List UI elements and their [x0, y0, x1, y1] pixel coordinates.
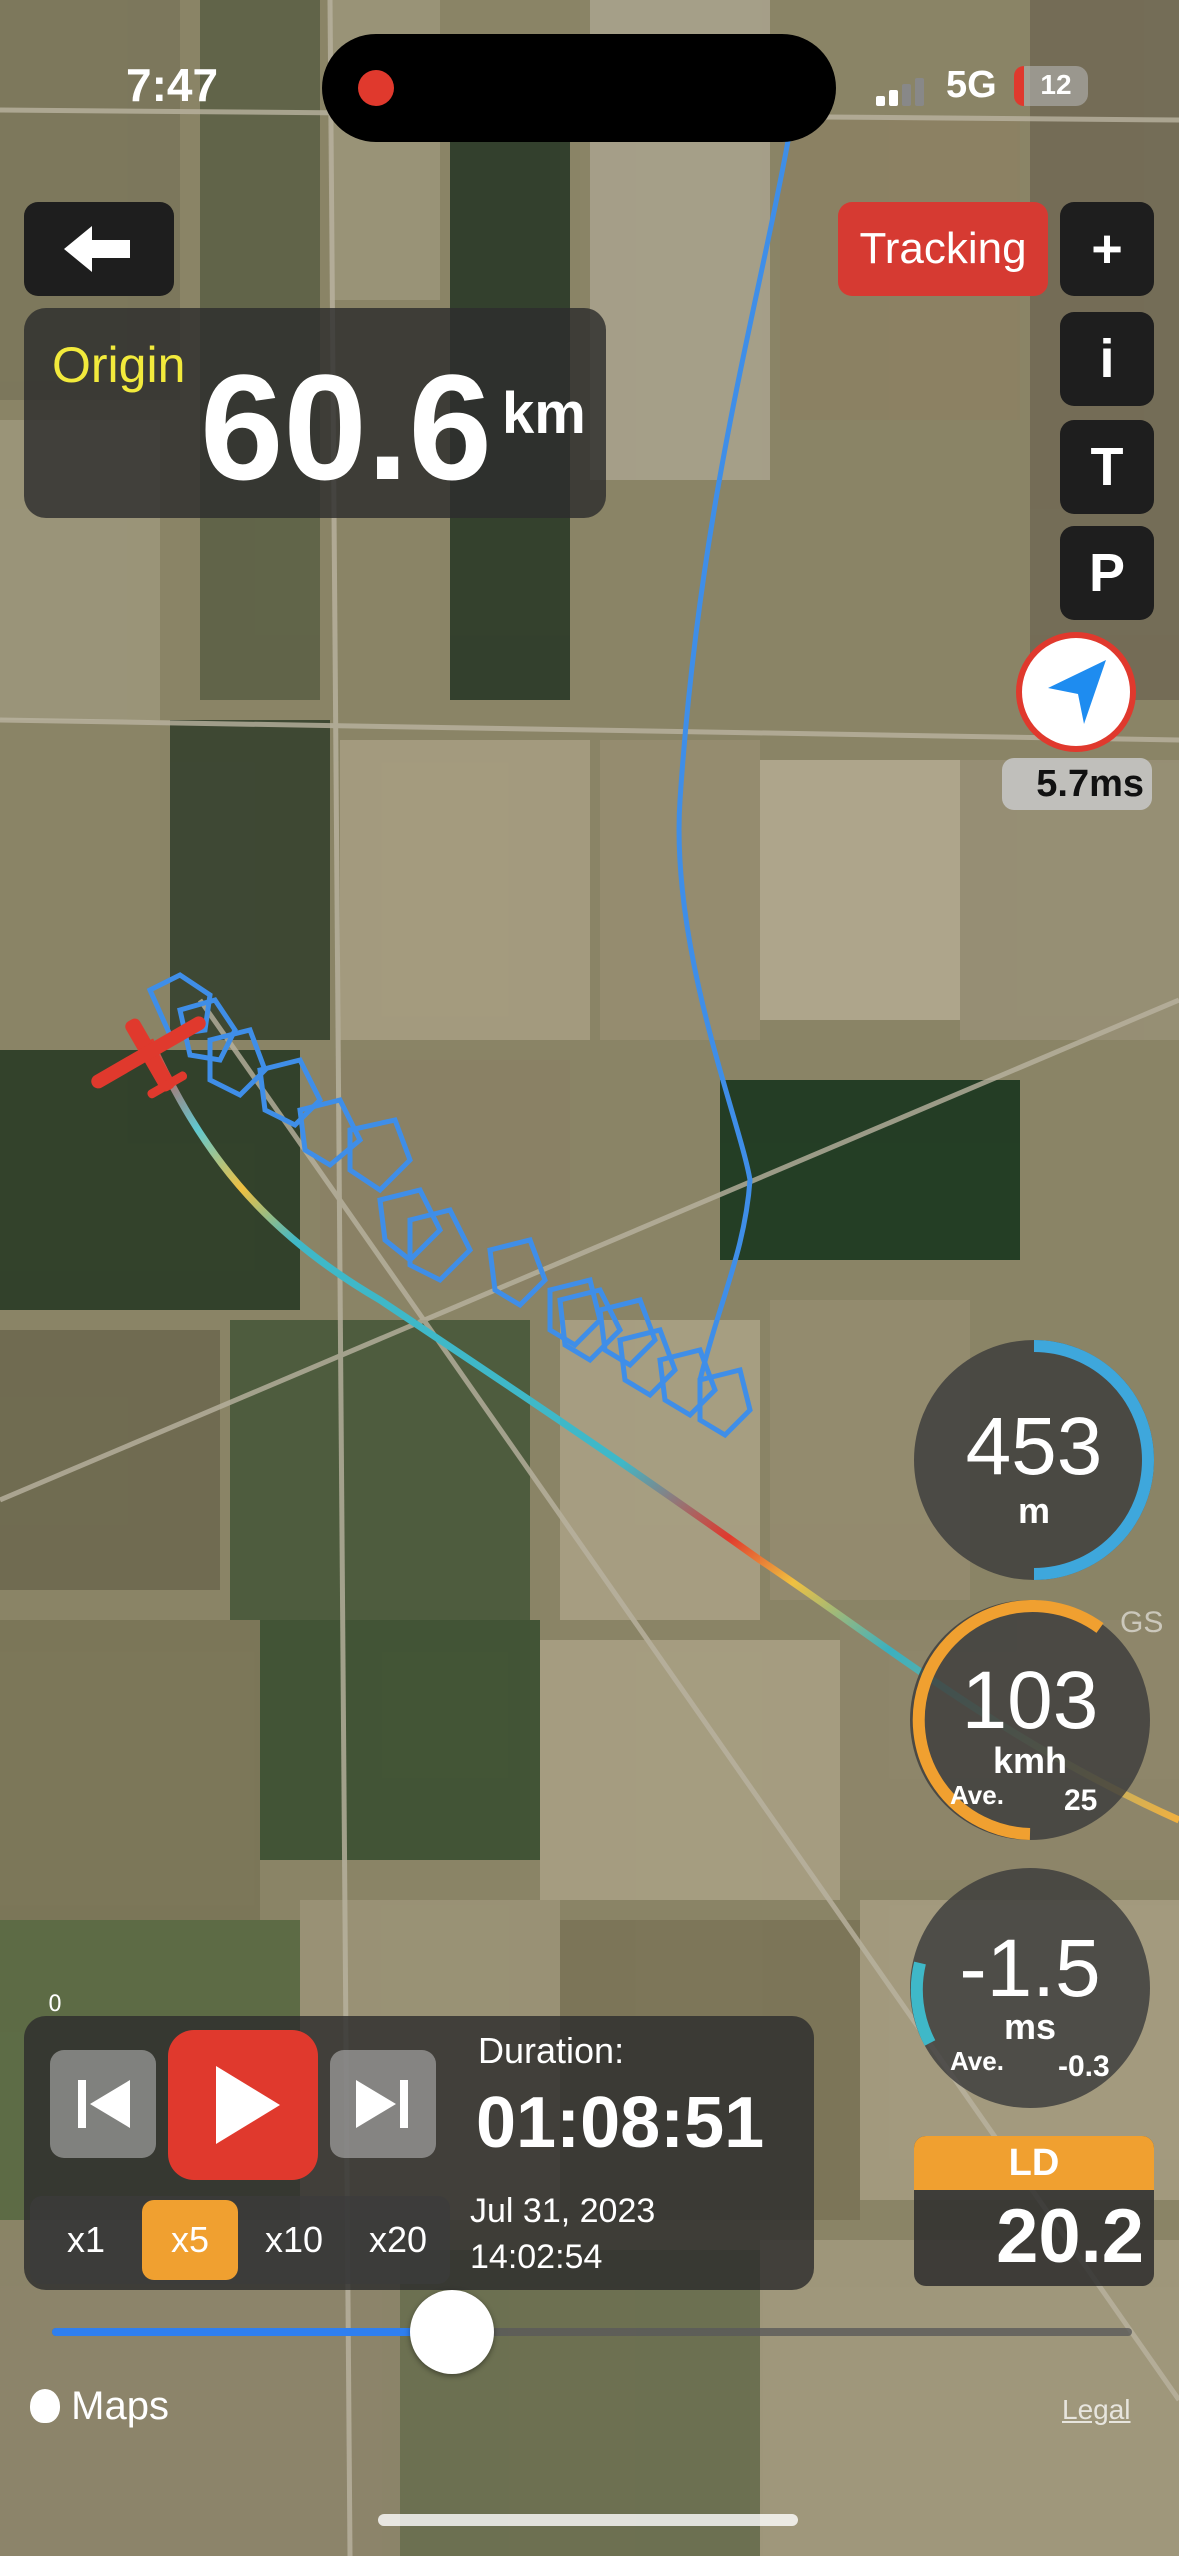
- skip-back-icon: [78, 2080, 130, 2128]
- p-button[interactable]: P: [1060, 526, 1154, 620]
- speed-x10-button[interactable]: x10: [246, 2200, 342, 2280]
- vario-unit: ms: [1003, 2006, 1057, 2047]
- info-button[interactable]: i: [1060, 312, 1154, 406]
- rewind-button[interactable]: [50, 2050, 156, 2158]
- slider-thumb[interactable]: [409, 2290, 494, 2374]
- altitude-gauge: 453 m: [914, 1340, 1154, 1580]
- ld-box: LD 20.2: [914, 2136, 1154, 2286]
- ground-speed-avg-value: 25: [1064, 1784, 1098, 1817]
- recording-dot-icon: [358, 70, 394, 106]
- t-button[interactable]: T: [1060, 420, 1154, 514]
- signal-icon: [876, 78, 926, 106]
- altitude-unit: m: [1017, 1490, 1050, 1531]
- origin-distance-panel: Origin 60.6 km: [24, 308, 606, 518]
- ground-speed-avg-label: Ave.: [950, 1780, 1004, 1810]
- vario-gauge: -1.5 ms Ave. -0.3: [910, 1868, 1150, 2108]
- duration-value: 01:08:51: [476, 2083, 765, 2163]
- altitude-value: 453: [965, 1401, 1103, 1492]
- speed-x20-button[interactable]: x20: [350, 2200, 446, 2280]
- dynamic-island: [322, 34, 836, 142]
- maps-attribution: Maps: [30, 2384, 169, 2429]
- origin-label: Origin: [52, 337, 186, 393]
- legal-link[interactable]: Legal: [1062, 2394, 1131, 2426]
- arrow-left-icon: [64, 226, 130, 272]
- play-icon: [216, 2066, 280, 2144]
- skip-forward-icon: [356, 2080, 408, 2128]
- origin-value: 60.6: [200, 343, 492, 511]
- playback-slider[interactable]: [52, 2290, 1132, 2374]
- home-indicator: [378, 2514, 798, 2526]
- zoom-in-button[interactable]: +: [1060, 202, 1154, 296]
- battery-level: 12: [1040, 69, 1072, 100]
- status-time: 7:47: [126, 59, 219, 111]
- slider-fill: [52, 2328, 452, 2336]
- playback-panel: Duration: 01:08:51 x1 x5 x10 x20 Jul 31,…: [24, 2016, 814, 2290]
- vario-avg-label: Ave.: [950, 2046, 1004, 2076]
- duration-label: Duration:: [478, 2030, 625, 2071]
- maps-label: Maps: [71, 2384, 169, 2428]
- play-button[interactable]: [168, 2030, 318, 2180]
- ground-speed-gauge: 103 kmh Ave. 25: [910, 1600, 1150, 1840]
- origin-unit: km: [502, 381, 586, 446]
- ground-speed-value: 103: [961, 1655, 1099, 1746]
- ground-speed-unit: kmh: [992, 1740, 1068, 1781]
- network-label: 5G: [946, 64, 997, 106]
- speed-x5-button[interactable]: x5: [142, 2200, 238, 2280]
- ld-value: 20.2: [996, 2194, 1144, 2279]
- battery-icon: 12: [1014, 66, 1088, 106]
- tracking-button[interactable]: Tracking: [838, 202, 1048, 296]
- speed-x1-button[interactable]: x1: [38, 2200, 134, 2280]
- playback-date: Jul 31, 2023: [470, 2192, 656, 2230]
- playback-time: 14:02:54: [470, 2238, 603, 2276]
- vario-value: -1.5: [959, 1923, 1101, 2014]
- wind-arrow-icon: [1048, 660, 1106, 724]
- playback-small-label: 0: [48, 1992, 62, 2017]
- back-button[interactable]: [24, 202, 174, 296]
- wind-speed-label: 5.7ms: [1002, 758, 1152, 810]
- ld-label: LD: [914, 2136, 1154, 2190]
- forward-button[interactable]: [330, 2050, 436, 2158]
- apple-icon: [30, 2389, 60, 2423]
- wind-indicator[interactable]: [1016, 632, 1136, 752]
- vario-avg-value: -0.3: [1058, 2050, 1110, 2083]
